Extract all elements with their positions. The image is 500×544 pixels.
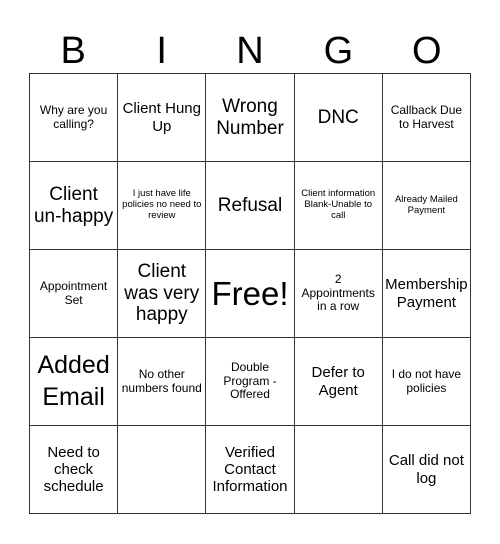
bingo-cell[interactable]: Already Mailed Payment — [382, 162, 471, 250]
bingo-cell[interactable]: Callback Due to Harvest — [382, 74, 471, 162]
bingo-cell[interactable]: Call did not log — [382, 426, 471, 514]
bingo-cell-empty[interactable] — [118, 426, 207, 514]
bingo-cell-empty[interactable] — [294, 426, 383, 514]
bingo-cell[interactable]: Double Program - Offered — [206, 338, 295, 426]
bingo-cell[interactable]: Refusal — [206, 162, 295, 250]
header-letter-g: G — [323, 30, 354, 72]
bingo-cell[interactable]: Verified Contact Information — [206, 426, 295, 514]
header-letter-i: I — [156, 30, 167, 72]
bingo-cell[interactable]: DNC — [294, 74, 383, 162]
bingo-cell[interactable]: I do not have policies — [382, 338, 471, 426]
bingo-cell[interactable]: Wrong Number — [206, 74, 295, 162]
bingo-card-grid: Why are you calling? Client Hung Up Wron… — [29, 73, 471, 514]
bingo-cell[interactable]: Membership Payment — [382, 250, 471, 338]
bingo-cell[interactable]: I just have life policies no need to rev… — [118, 162, 207, 250]
bingo-cell[interactable]: Client was very happy — [118, 250, 207, 338]
bingo-header: B I N G O — [29, 30, 471, 72]
bingo-cell[interactable]: Appointment Set — [30, 250, 119, 338]
free-space-cell[interactable]: Free! — [206, 250, 295, 338]
bingo-cell[interactable]: Client Hung Up — [118, 74, 207, 162]
header-letter-n: N — [236, 30, 264, 72]
bingo-cell[interactable]: Added Email — [30, 338, 119, 426]
bingo-cell[interactable]: Client information Blank-Unable to call — [294, 162, 383, 250]
bingo-cell[interactable]: Defer to Agent — [294, 338, 383, 426]
bingo-cell[interactable]: No other numbers found — [118, 338, 207, 426]
bingo-cell[interactable]: Why are you calling? — [30, 74, 119, 162]
header-letter-b: B — [60, 30, 86, 72]
bingo-cell[interactable]: Client un-happy — [30, 162, 119, 250]
bingo-cell[interactable]: 2 Appointments in a row — [294, 250, 383, 338]
bingo-cell[interactable]: Need to check schedule — [30, 426, 119, 514]
header-letter-o: O — [412, 30, 442, 72]
